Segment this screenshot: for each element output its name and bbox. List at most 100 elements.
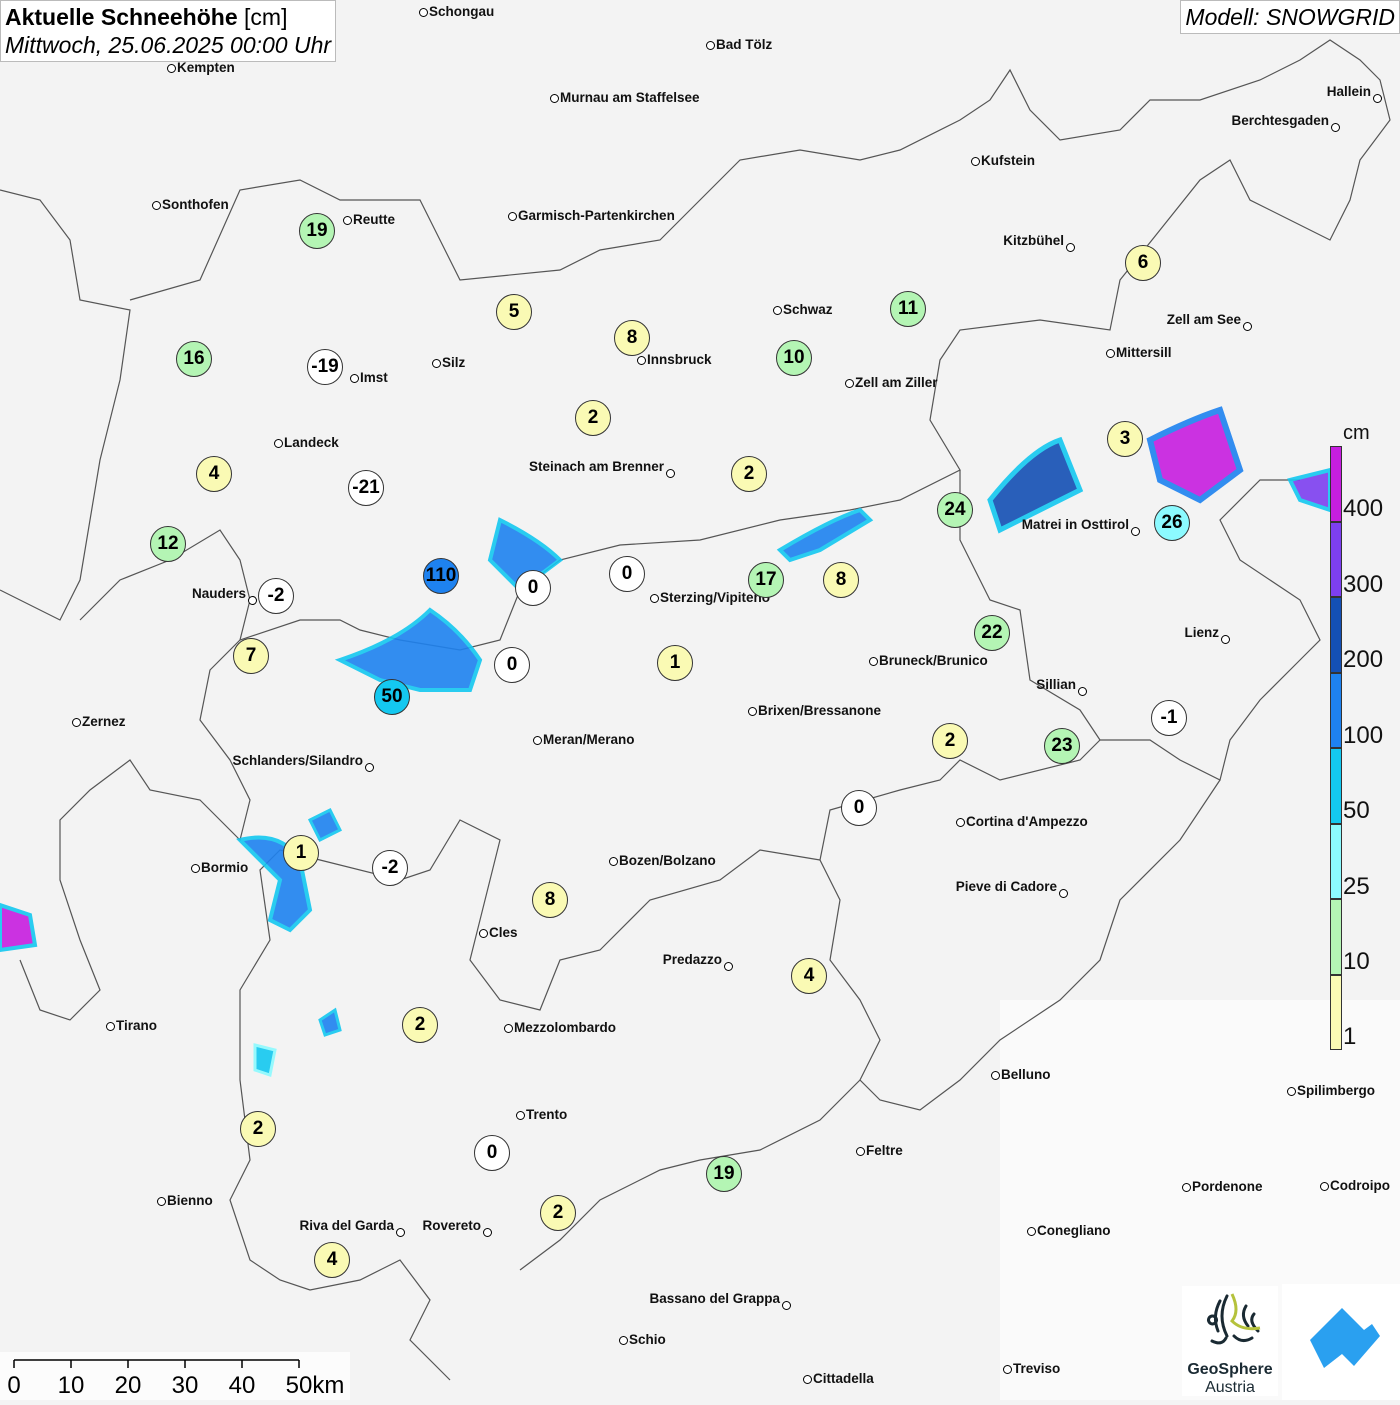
city-label: Reutte xyxy=(353,212,396,227)
snow-depth-marker[interactable]: 19 xyxy=(706,1156,742,1192)
snow-depth-marker[interactable]: 17 xyxy=(748,562,784,598)
snow-depth-marker[interactable]: 2 xyxy=(540,1195,576,1231)
city-label: Garmisch-Partenkirchen xyxy=(518,208,675,223)
city-label: Bad Tölz xyxy=(716,37,773,52)
city-marker-icon xyxy=(504,1024,513,1033)
city-label: Landeck xyxy=(284,435,339,450)
scale-label: 10 xyxy=(57,1372,85,1399)
city-marker-icon xyxy=(1320,1182,1329,1191)
city-label: Sillian xyxy=(1036,677,1076,692)
snow-depth-marker[interactable]: 10 xyxy=(776,340,812,376)
snow-depth-marker[interactable]: 24 xyxy=(937,492,973,528)
snow-depth-marker[interactable]: 16 xyxy=(176,341,212,377)
snow-depth-marker[interactable]: 11 xyxy=(890,291,926,327)
city-label: Schwaz xyxy=(783,302,833,317)
city-marker-icon xyxy=(650,594,659,603)
city-marker-icon xyxy=(1059,889,1068,898)
snow-depth-marker[interactable]: -1 xyxy=(1151,700,1187,736)
snow-depth-marker[interactable]: 0 xyxy=(515,570,551,606)
snow-depth-marker[interactable]: -2 xyxy=(258,578,294,614)
city-label: Bassano del Grappa xyxy=(649,1291,780,1306)
snow-depth-marker[interactable]: 6 xyxy=(1125,245,1161,281)
scale-label: 50km xyxy=(285,1372,345,1399)
legend-label: 25 xyxy=(1343,872,1370,900)
city-label: Imst xyxy=(360,370,388,385)
city-label: Lienz xyxy=(1184,625,1219,640)
snow-depth-marker[interactable]: 0 xyxy=(841,790,877,826)
city-marker-icon xyxy=(248,596,257,605)
snow-depth-marker[interactable]: 2 xyxy=(402,1007,438,1043)
city-marker-icon xyxy=(72,718,81,727)
snow-depth-marker[interactable]: 0 xyxy=(474,1135,510,1171)
city-label: Cles xyxy=(489,925,518,940)
color-legend xyxy=(1330,446,1342,1050)
legend-label: 200 xyxy=(1343,646,1384,673)
city-marker-icon xyxy=(1287,1087,1296,1096)
city-marker-icon xyxy=(1027,1227,1036,1236)
city-marker-icon xyxy=(274,439,283,448)
snow-depth-marker[interactable]: 19 xyxy=(299,213,335,249)
city-marker-icon xyxy=(845,379,854,388)
snow-depth-marker[interactable]: 23 xyxy=(1044,728,1080,764)
city-label: Zernez xyxy=(82,714,126,729)
city-marker-icon xyxy=(782,1301,791,1310)
logo-text: GeoSphere xyxy=(1187,1361,1273,1378)
snow-depth-marker[interactable]: 4 xyxy=(791,958,827,994)
city-label: Treviso xyxy=(1013,1361,1061,1376)
city-label: Nauders xyxy=(191,586,246,601)
snow-depth-marker[interactable]: 8 xyxy=(532,882,568,918)
scale-label: 20 xyxy=(114,1372,142,1399)
city-marker-icon xyxy=(1373,94,1382,103)
city-marker-icon xyxy=(533,736,542,745)
snow-depth-marker[interactable]: 26 xyxy=(1154,505,1190,541)
snow-depth-marker[interactable]: 2 xyxy=(575,400,611,436)
snow-depth-marker[interactable]: -2 xyxy=(372,850,408,886)
snow-depth-marker[interactable]: 50 xyxy=(374,679,410,715)
city-marker-icon xyxy=(991,1071,1000,1080)
snow-depth-marker[interactable]: 1 xyxy=(283,835,319,871)
snow-depth-marker[interactable]: 5 xyxy=(496,294,532,330)
title-main: Aktuelle Schneehöhe xyxy=(5,4,238,30)
snow-depth-marker[interactable]: 12 xyxy=(150,526,186,562)
legend-label: 400 xyxy=(1343,495,1384,522)
city-marker-icon xyxy=(773,306,782,315)
snow-depth-marker[interactable]: 0 xyxy=(609,556,645,592)
snow-depth-marker[interactable]: 7 xyxy=(233,638,269,674)
snow-depth-marker[interactable]: 4 xyxy=(196,456,232,492)
snow-depth-marker[interactable]: 8 xyxy=(614,320,650,356)
snow-depth-marker[interactable]: 2 xyxy=(932,723,968,759)
snow-depth-marker[interactable]: 1 xyxy=(657,645,693,681)
legend-label: 300 xyxy=(1343,570,1384,598)
snow-depth-marker[interactable]: 0 xyxy=(494,647,530,683)
snow-depth-marker[interactable]: 22 xyxy=(974,615,1010,651)
city-label: Matrei in Osttirol xyxy=(1021,517,1129,532)
legend-swatch xyxy=(1330,974,1342,1050)
snow-depth-marker[interactable]: 2 xyxy=(240,1111,276,1147)
snow-depth-marker[interactable]: 4 xyxy=(314,1242,350,1278)
city-marker-icon xyxy=(191,864,200,873)
city-label: Zell am Ziller xyxy=(855,375,938,390)
city-marker-icon xyxy=(1182,1183,1191,1192)
legend-swatch xyxy=(1330,521,1342,597)
snow-depth-marker[interactable]: -21 xyxy=(348,470,384,506)
city-marker-icon xyxy=(365,763,374,772)
city-label: Tirano xyxy=(116,1018,158,1033)
city-label: Sonthofen xyxy=(162,197,229,212)
snow-depth-marker[interactable]: 8 xyxy=(823,562,859,598)
city-label: Cittadella xyxy=(813,1371,874,1386)
legend-unit: cm xyxy=(1343,422,1370,444)
snow-depth-marker[interactable]: 3 xyxy=(1107,421,1143,457)
city-marker-icon xyxy=(1131,527,1140,536)
snow-depth-marker[interactable]: 2 xyxy=(731,456,767,492)
snow-depth-marker[interactable]: -19 xyxy=(307,349,343,385)
legend-label: 1 xyxy=(1343,1023,1357,1050)
city-label: Mezzolombardo xyxy=(514,1020,617,1035)
city-marker-icon xyxy=(1003,1365,1012,1374)
snow-depth-marker[interactable]: 110 xyxy=(423,558,459,594)
city-label: Silz xyxy=(442,355,466,370)
city-marker-icon xyxy=(479,929,488,938)
city-label: Kitzbühel xyxy=(1003,233,1064,248)
city-label: Meran/Merano xyxy=(543,732,635,747)
legend-label: 10 xyxy=(1343,948,1370,975)
mountain-snow-icon xyxy=(1310,1308,1380,1368)
